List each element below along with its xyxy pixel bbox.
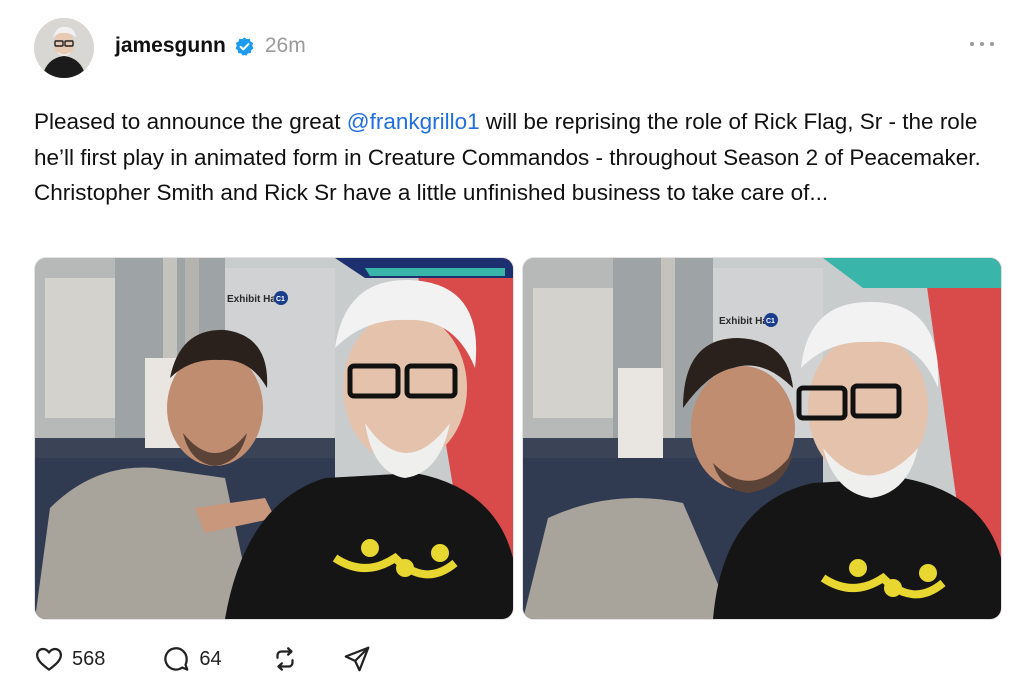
repost-icon (276, 647, 294, 671)
comment-count: 64 (199, 647, 222, 670)
verified-badge-icon (235, 36, 254, 56)
author-username[interactable]: jamesgunn (115, 34, 226, 58)
like-count: 568 (72, 647, 106, 670)
avatar-image (34, 18, 94, 78)
comment-button[interactable]: 64 (161, 644, 222, 674)
comment-bubble-icon (164, 647, 189, 671)
post-timestamp: 26m (264, 34, 306, 57)
heart-icon (36, 647, 62, 671)
photo-2-image: Exhibit Hall C1 (523, 258, 1001, 619)
photo-1-image: Exhibit Hall C1 (35, 258, 513, 619)
repost-button[interactable] (270, 644, 300, 674)
send-icon (344, 646, 369, 672)
like-button[interactable]: 568 (34, 644, 105, 674)
post-photo-1[interactable]: Exhibit Hall C1 (34, 257, 514, 620)
post-body: Pleased to announce the great @frankgril… (34, 104, 994, 211)
more-options-icon[interactable] (970, 38, 994, 50)
post-photo-2[interactable]: Exhibit Hall C1 (522, 257, 1002, 620)
post-header: jamesgunn 26m (115, 34, 306, 58)
photo-1-sign-text: Exhibit Hall (227, 294, 282, 305)
post-actions: 568 64 (34, 644, 372, 674)
mention-link[interactable]: @frankgrillo1 (347, 109, 480, 134)
post-text-start: Pleased to announce the great (34, 109, 347, 134)
author-avatar[interactable] (34, 18, 94, 78)
photo-2-sign-badge: C1 (766, 318, 775, 325)
photo-1-sign-badge: C1 (276, 296, 285, 303)
share-button[interactable] (342, 644, 372, 674)
